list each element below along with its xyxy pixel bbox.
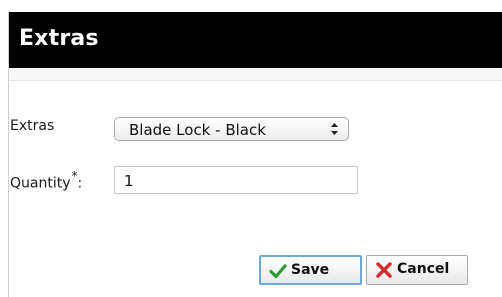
dialog-title: Extras bbox=[19, 26, 99, 51]
quantity-input[interactable]: 1 bbox=[114, 166, 358, 194]
cancel-button-label: Cancel bbox=[397, 261, 450, 277]
extras-select-value: Blade Lock - Black bbox=[129, 121, 266, 139]
dialog-titlebar: Extras bbox=[9, 12, 502, 68]
quantity-label-colon: : bbox=[77, 175, 83, 192]
save-button-label: Save bbox=[291, 262, 330, 278]
header-divider bbox=[9, 68, 502, 81]
quantity-value: 1 bbox=[124, 172, 134, 190]
quantity-label-text: Quantity bbox=[10, 175, 71, 192]
required-marker: * bbox=[71, 169, 78, 183]
cancel-button[interactable]: Cancel bbox=[366, 255, 468, 285]
extras-select[interactable]: Blade Lock - Black bbox=[114, 117, 349, 141]
close-x-icon bbox=[376, 262, 392, 278]
extras-label: Extras bbox=[10, 118, 55, 134]
updown-arrow-icon bbox=[331, 123, 338, 135]
quantity-label: Quantity*: bbox=[10, 169, 83, 192]
save-button[interactable]: Save bbox=[259, 255, 362, 285]
checkmark-icon bbox=[269, 264, 287, 279]
